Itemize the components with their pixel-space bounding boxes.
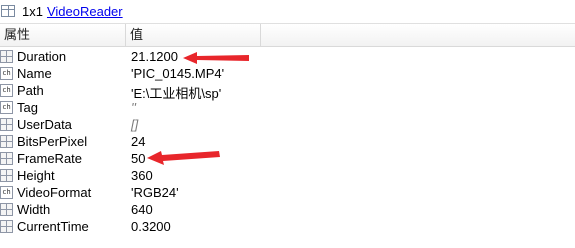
property-row-name[interactable]: ch Name 'PIC_0145.MP4' [0, 66, 575, 83]
property-row-videoformat[interactable]: ch VideoFormat 'RGB24' [0, 185, 575, 202]
property-value[interactable]: 0.3200 [131, 219, 171, 234]
property-value[interactable]: 24 [131, 134, 145, 149]
property-row-framerate[interactable]: FrameRate 50 [0, 151, 575, 168]
property-name: BitsPerPixel [17, 134, 88, 149]
property-value[interactable]: [] [131, 117, 138, 132]
variable-size: 1x1 [22, 3, 43, 19]
property-name: UserData [17, 117, 72, 132]
property-value[interactable]: 'RGB24' [131, 185, 179, 200]
property-value[interactable]: 50 [131, 151, 145, 166]
property-name: Duration [17, 49, 67, 64]
numeric-icon [0, 135, 13, 148]
property-row-userdata[interactable]: UserData [] [0, 117, 575, 134]
numeric-icon [0, 203, 13, 216]
property-name: Name [17, 66, 52, 81]
column-header: 属性 值 [0, 23, 575, 47]
property-name: Height [17, 168, 55, 183]
field-column-header[interactable]: 属性 [0, 24, 126, 46]
char-icon: ch [0, 67, 13, 80]
property-list: Duration 21.1200 ch Name 'PIC_0145.MP4' … [0, 49, 575, 236]
value-column-header[interactable]: 值 [126, 24, 261, 46]
char-icon: ch [0, 186, 13, 199]
property-value[interactable]: 360 [131, 168, 153, 183]
property-value[interactable]: 'PIC_0145.MP4' [131, 66, 224, 81]
property-row-path[interactable]: ch Path 'E:\工业相机\sp' [0, 83, 575, 101]
property-name: CurrentTime [17, 219, 89, 234]
property-row-bitsperpixel[interactable]: BitsPerPixel 24 [0, 134, 575, 151]
property-name: VideoFormat [17, 185, 92, 200]
property-row-width[interactable]: Width 640 [0, 202, 575, 219]
variable-title-bar: 1x1 VideoReader [0, 0, 575, 22]
property-value[interactable]: '' [131, 100, 136, 115]
table-icon [1, 5, 15, 17]
annotation-arrow-duration [183, 52, 249, 64]
numeric-icon [0, 169, 13, 182]
property-name: Tag [17, 100, 38, 115]
property-name: Width [17, 202, 51, 217]
char-icon: ch [0, 101, 13, 114]
property-row-height[interactable]: Height 360 [0, 168, 575, 185]
property-value[interactable]: 640 [131, 202, 153, 217]
class-link[interactable]: VideoReader [47, 4, 123, 19]
property-value[interactable]: 21.1200 [131, 49, 178, 64]
numeric-icon [0, 152, 13, 165]
numeric-icon [0, 50, 13, 63]
property-name: FrameRate [17, 151, 83, 166]
numeric-icon [0, 118, 13, 131]
char-icon: ch [0, 84, 13, 97]
numeric-icon [0, 220, 13, 233]
annotation-arrow-framerate [147, 151, 220, 165]
property-name: Path [17, 83, 44, 98]
property-row-currenttime[interactable]: CurrentTime 0.3200 [0, 219, 575, 236]
property-row-tag[interactable]: ch Tag '' [0, 100, 575, 117]
property-row-duration[interactable]: Duration 21.1200 [0, 49, 575, 66]
